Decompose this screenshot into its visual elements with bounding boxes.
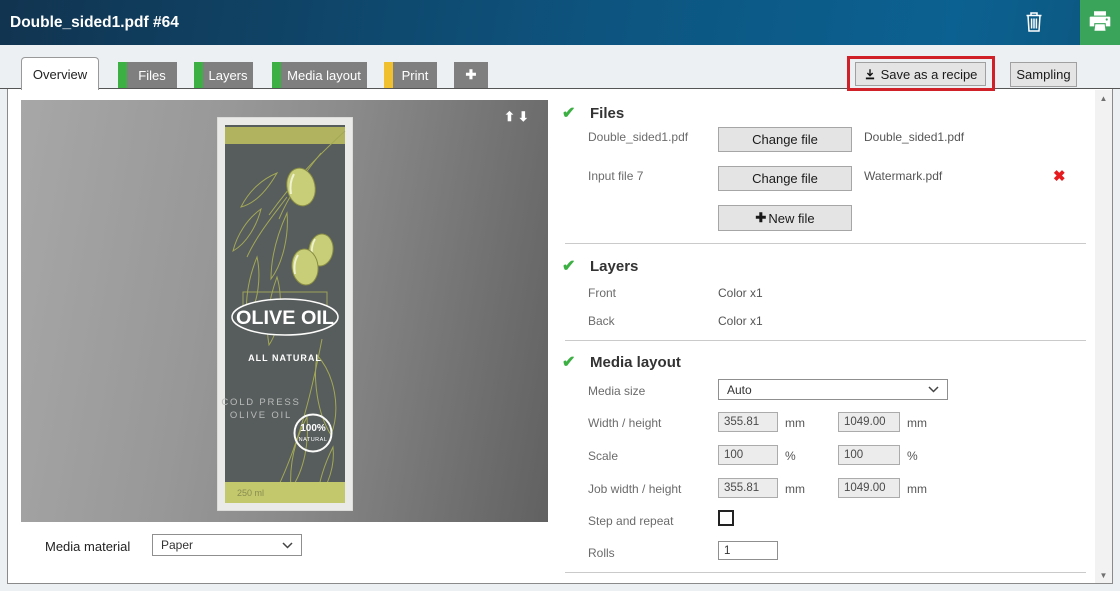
tab-files[interactable]: Files: [118, 62, 177, 88]
media-size-select[interactable]: Auto: [718, 379, 948, 400]
page-updown-arrows-icon[interactable]: ⬆⬇: [504, 109, 535, 125]
label-badge-bottom: NATURAL: [299, 437, 328, 443]
new-file-button[interactable]: ✚ New file: [718, 205, 852, 231]
tab-files-label: Files: [127, 62, 177, 88]
tab-layers-label: Layers: [203, 62, 253, 88]
scale-x-unit: %: [785, 449, 796, 463]
media-layout-check-icon: ✔: [562, 352, 575, 372]
layer-row-value: Color x1: [718, 286, 763, 300]
layers-status-stripe: [194, 62, 203, 88]
section-divider: [565, 340, 1086, 341]
media-material-value: Paper: [161, 538, 193, 552]
width-height-label: Width / height: [588, 416, 661, 430]
height-input[interactable]: [838, 412, 900, 432]
label-subtitle: ALL NATURAL: [248, 353, 322, 363]
file-row-value: Watermark.pdf: [864, 169, 942, 183]
label-badge-top: 100%: [300, 423, 326, 434]
print-status-stripe: [384, 62, 393, 88]
plus-icon: ✚: [454, 62, 488, 88]
sampling-label: Sampling: [1016, 67, 1070, 82]
delete-job-button[interactable]: [1018, 7, 1050, 39]
printer-icon: [1087, 8, 1113, 37]
tab-add[interactable]: ✚: [454, 62, 488, 88]
file-row-label: Input file 7: [588, 169, 643, 183]
title-bar: Double_sided1.pdf #64: [0, 0, 1120, 45]
step-repeat-label: Step and repeat: [588, 514, 673, 528]
label-line2: OLIVE OIL: [230, 410, 292, 421]
sampling-button[interactable]: Sampling: [1010, 62, 1077, 87]
scale-label: Scale: [588, 449, 618, 463]
job-width-input[interactable]: [718, 478, 778, 498]
height-unit: mm: [907, 416, 927, 430]
media-size-value: Auto: [727, 383, 752, 397]
tab-print-label: Print: [393, 62, 437, 88]
layer-row-label: Front: [588, 286, 616, 300]
download-icon: [864, 68, 876, 81]
change-file-label: Change file: [752, 132, 818, 147]
job-height-unit: mm: [907, 482, 927, 496]
rolls-label: Rolls: [588, 546, 615, 560]
change-file-button[interactable]: Change file: [718, 127, 852, 152]
tab-overview[interactable]: Overview: [21, 57, 99, 90]
file-row-value: Double_sided1.pdf: [864, 130, 964, 144]
files-status-stripe: [118, 62, 127, 88]
job-width-unit: mm: [785, 482, 805, 496]
scale-y-input[interactable]: [838, 445, 900, 465]
section-divider: [565, 243, 1086, 244]
new-file-label: New file: [768, 211, 814, 226]
files-check-icon: ✔: [562, 103, 575, 123]
media-layout-status-stripe: [272, 62, 281, 88]
plus-icon: ✚: [755, 210, 766, 226]
label-title: OLIVE OIL: [236, 308, 334, 329]
trash-icon: [1023, 10, 1045, 36]
section-divider: [565, 572, 1086, 573]
save-as-recipe-label: Save as a recipe: [881, 67, 978, 82]
job-height-input[interactable]: [838, 478, 900, 498]
label-preview: OLIVE OIL ALL NATURAL COLD PRESS OLIVE O…: [217, 117, 353, 516]
tab-print[interactable]: Print: [384, 62, 437, 88]
tabbar-baseline: [0, 88, 1120, 89]
layer-row-value: Color x1: [718, 314, 763, 328]
tab-media-layout[interactable]: Media layout: [272, 62, 367, 88]
change-file-button[interactable]: Change file: [718, 166, 852, 191]
step-repeat-checkbox[interactable]: [718, 510, 734, 526]
layers-section-title: Layers: [590, 258, 638, 275]
scroll-up-icon[interactable]: ▲: [1095, 90, 1112, 106]
chevron-down-icon: [282, 542, 293, 549]
rolls-input[interactable]: [718, 541, 778, 560]
width-unit: mm: [785, 416, 805, 430]
scroll-down-icon[interactable]: ▼: [1095, 567, 1112, 583]
layers-check-icon: ✔: [562, 256, 575, 276]
chevron-down-icon: [928, 386, 939, 393]
media-size-label: Media size: [588, 384, 645, 398]
tab-layers[interactable]: Layers: [194, 62, 253, 88]
width-input[interactable]: [718, 412, 778, 432]
tab-media-layout-label: Media layout: [281, 62, 367, 88]
media-layout-section-title: Media layout: [590, 354, 681, 371]
label-line1: COLD PRESS: [221, 397, 300, 408]
label-volume: 250 ml: [237, 488, 264, 498]
files-section-title: Files: [590, 105, 624, 122]
layer-row-label: Back: [588, 314, 615, 328]
media-material-select[interactable]: Paper: [152, 534, 302, 556]
job-width-height-label: Job width / height: [588, 482, 681, 496]
save-as-recipe-button[interactable]: Save as a recipe: [855, 62, 986, 86]
scrollbar: ▲ ▼: [1095, 90, 1112, 583]
media-material-label: Media material: [45, 539, 130, 554]
scale-x-input[interactable]: [718, 445, 778, 465]
file-row-label: Double_sided1.pdf: [588, 130, 688, 144]
remove-file-icon[interactable]: ✖: [1053, 167, 1066, 185]
window-title: Double_sided1.pdf #64: [10, 0, 179, 45]
change-file-label: Change file: [752, 171, 818, 186]
print-button[interactable]: [1080, 0, 1120, 45]
tab-overview-label: Overview: [33, 67, 87, 82]
scale-y-unit: %: [907, 449, 918, 463]
